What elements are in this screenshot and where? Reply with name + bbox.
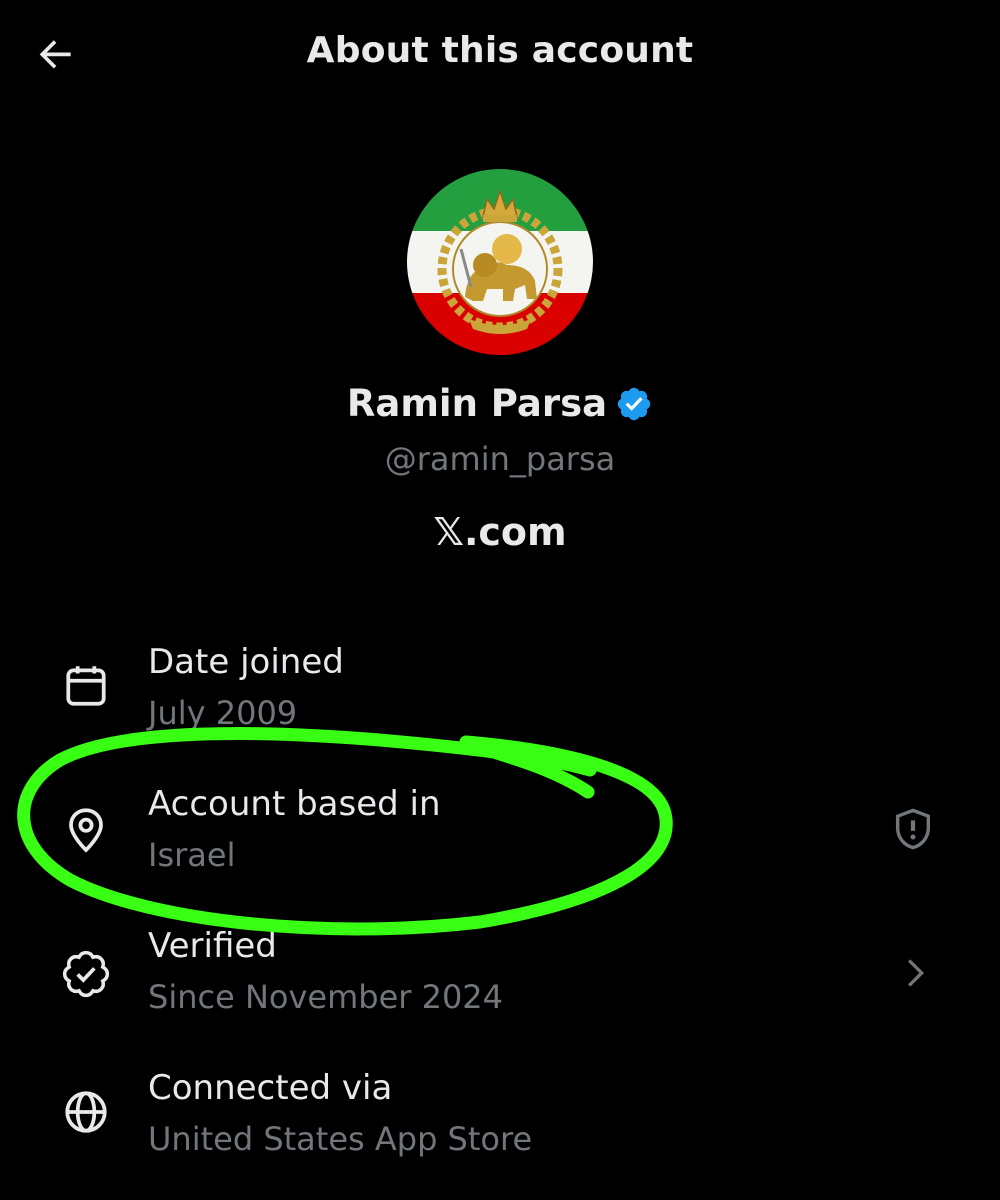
connected-via-row: Connected via United States App Store <box>0 1062 1000 1182</box>
date-joined-label: Date joined <box>148 642 344 682</box>
account-based-in-label: Account based in <box>148 784 441 824</box>
verified-label: Verified <box>148 926 277 966</box>
name-row: Ramin Parsa <box>0 382 1000 425</box>
site-label: 𝕏.com <box>433 510 567 554</box>
date-joined-row: Date joined July 2009 <box>0 636 1000 756</box>
user-handle: @ramin_parsa <box>384 440 616 478</box>
top-bar: About this account <box>0 0 1000 105</box>
chevron-right-icon[interactable] <box>890 948 940 998</box>
verified-badge-icon <box>617 387 651 420</box>
flag-lion-and-sun-avatar <box>407 169 593 355</box>
globe-icon <box>60 1086 112 1138</box>
verified-check-icon <box>60 948 112 1000</box>
calendar-icon <box>60 660 112 712</box>
page-title: About this account <box>306 30 694 71</box>
avatar[interactable] <box>407 169 593 355</box>
connected-via-label: Connected via <box>148 1068 393 1108</box>
display-name: Ramin Parsa <box>346 382 608 425</box>
location-pin-icon <box>60 804 112 856</box>
verified-value: Since November 2024 <box>148 978 504 1016</box>
account-based-in-value: Israel <box>148 836 236 874</box>
connected-via-value: United States App Store <box>148 1120 533 1158</box>
date-joined-value: July 2009 <box>148 694 298 732</box>
verified-row[interactable]: Verified Since November 2024 <box>0 920 1000 1040</box>
account-based-in-row: Account based in Israel <box>0 778 1000 898</box>
shield-alert-icon[interactable] <box>888 804 938 854</box>
